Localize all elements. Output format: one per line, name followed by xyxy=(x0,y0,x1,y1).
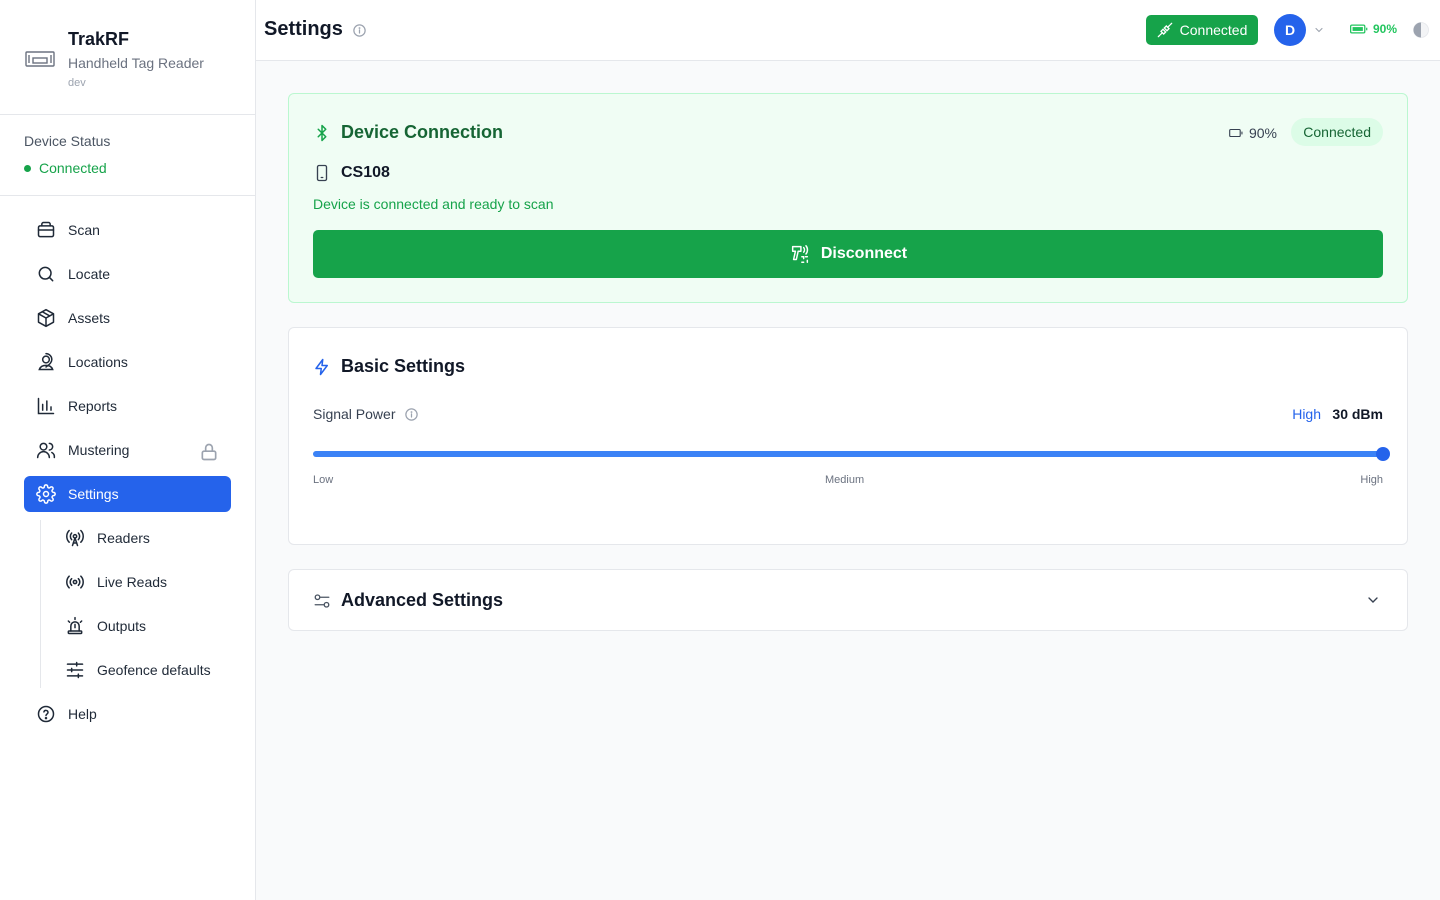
users-icon xyxy=(36,442,56,459)
signal-power-level: High xyxy=(1292,406,1321,422)
sidebar-item-label: Geofence defaults xyxy=(97,662,211,678)
slider-thumb[interactable] xyxy=(1376,447,1390,461)
bluetooth-icon xyxy=(317,124,327,141)
info-icon[interactable] xyxy=(352,23,367,38)
chevron-down-icon[interactable] xyxy=(1365,592,1381,608)
device-status-message: Device is connected and ready to scan xyxy=(313,196,554,212)
user-avatar[interactable]: D xyxy=(1274,14,1306,46)
search-icon xyxy=(38,266,54,282)
lock-icon xyxy=(201,443,217,461)
sidebar-item-label: Locations xyxy=(68,354,128,370)
sidebar-item-locations[interactable]: Locations xyxy=(24,344,231,380)
sidebar-item-locate[interactable]: Locate xyxy=(24,256,231,292)
app-subtitle: Handheld Tag Reader xyxy=(68,55,204,71)
advanced-settings-card[interactable]: Advanced Settings xyxy=(288,569,1408,631)
sidebar-item-label: Locate xyxy=(68,266,111,282)
slider-tick-medium: Medium xyxy=(825,474,865,486)
disconnect-button[interactable]: Disconnect xyxy=(313,230,1383,278)
sidebar-item-readers[interactable]: Readers xyxy=(53,520,231,556)
package-scan-icon xyxy=(37,221,55,238)
sidebar-item-outputs[interactable]: Outputs xyxy=(53,608,231,644)
sidebar-item-label: Live Reads xyxy=(97,574,168,590)
disconnect-label: Disconnect xyxy=(820,245,908,262)
sidebar: TrakRF Handheld Tag Reader dev Device St… xyxy=(0,0,256,900)
sidebar-item-help[interactable]: Help xyxy=(24,696,231,732)
broadcast-icon xyxy=(66,575,84,589)
sliders-icon xyxy=(66,661,84,679)
smartphone-icon xyxy=(316,164,328,182)
chevron-down-icon[interactable] xyxy=(1313,24,1325,36)
signal-power-label: Signal Power xyxy=(313,406,419,422)
device-status-label: Device Status xyxy=(24,133,111,149)
main-content: Device Connection 90% Connected CS108 De… xyxy=(256,61,1440,900)
advanced-settings-title: Advanced Settings xyxy=(341,590,504,610)
brand-header: TrakRF Handheld Tag Reader dev xyxy=(0,0,255,115)
basic-settings-card: Basic Settings Signal Power High 30 dBm … xyxy=(288,327,1408,545)
battery-icon xyxy=(1350,24,1368,34)
app-name: TrakRF xyxy=(68,29,130,49)
device-name-text: CS108 xyxy=(341,164,390,181)
device-battery-value: 90% xyxy=(1248,125,1277,141)
battery-icon xyxy=(1229,128,1243,138)
status-badge: Connected xyxy=(1291,118,1383,146)
page-title: Settings xyxy=(264,18,343,40)
advanced-settings-header: Advanced Settings xyxy=(313,590,503,611)
info-icon[interactable] xyxy=(404,407,419,422)
device-battery: 90% xyxy=(1229,125,1277,141)
device-status-text: Connected xyxy=(39,160,107,176)
sidebar-item-label: Mustering xyxy=(68,442,130,458)
basic-settings-title: Basic Settings xyxy=(341,356,466,376)
antenna-icon xyxy=(66,529,84,547)
sidebar-item-reports[interactable]: Reports xyxy=(24,388,231,424)
scanner-gun-icon xyxy=(791,245,809,263)
header-battery: 90% xyxy=(1350,22,1397,36)
basic-settings-header: Basic Settings xyxy=(313,356,465,377)
signal-power-text: Signal Power xyxy=(313,406,396,422)
device-connection-title: Device Connection xyxy=(341,122,504,142)
sidebar-item-label: Assets xyxy=(68,310,111,326)
settings-subnav: Readers Live Reads Outputs Geofence defa… xyxy=(40,520,231,688)
sidebar-item-label: Scan xyxy=(68,222,100,238)
reader-logo-icon xyxy=(25,51,55,67)
map-pin-user-icon xyxy=(38,352,54,371)
plug-connected-icon xyxy=(1157,22,1172,38)
device-name: CS108 xyxy=(313,164,390,182)
box-icon xyxy=(37,308,55,328)
theme-toggle-icon[interactable] xyxy=(1411,20,1431,40)
gear-icon xyxy=(36,484,56,504)
sidebar-item-label: Outputs xyxy=(97,618,147,634)
sidebar-item-label: Settings xyxy=(68,486,119,502)
siren-icon xyxy=(67,616,83,635)
sidebar-item-scan[interactable]: Scan xyxy=(24,212,231,248)
sidebar-item-label: Readers xyxy=(97,530,150,546)
lightning-icon xyxy=(315,358,328,375)
settings-sliders-icon xyxy=(314,593,330,608)
environment-label: dev xyxy=(68,77,86,89)
signal-power-value: 30 dBm xyxy=(1332,406,1383,422)
device-status-panel: Device Status Connected xyxy=(0,115,255,196)
header-battery-value: 90% xyxy=(1373,22,1398,36)
sidebar-item-live-reads[interactable]: Live Reads xyxy=(53,564,231,600)
connection-status-button[interactable]: Connected xyxy=(1146,15,1258,45)
connection-status-label: Connected xyxy=(1179,22,1248,38)
sidebar-item-settings[interactable]: Settings xyxy=(24,476,231,512)
slider-tick-high: High xyxy=(1360,474,1383,486)
sidebar-item-label: Help xyxy=(68,706,97,722)
slider-tick-low: Low xyxy=(313,474,334,486)
signal-power-slider[interactable] xyxy=(313,447,1390,461)
top-header: Settings Connected D 90% xyxy=(256,0,1440,61)
sidebar-nav: Scan Locate Assets Locations Reports Mus… xyxy=(0,196,255,732)
sidebar-item-geofence-defaults[interactable]: Geofence defaults xyxy=(53,652,231,688)
device-connection-header: Device Connection xyxy=(313,122,503,143)
status-dot-icon xyxy=(24,164,31,172)
sidebar-item-assets[interactable]: Assets xyxy=(24,300,231,336)
slider-fill xyxy=(313,451,1383,457)
bar-chart-icon xyxy=(37,397,55,415)
help-circle-icon xyxy=(37,705,55,723)
device-status-value: Connected xyxy=(24,160,231,176)
device-connection-card: Device Connection 90% Connected CS108 De… xyxy=(288,93,1408,303)
sidebar-item-mustering[interactable]: Mustering xyxy=(24,432,231,468)
sidebar-item-label: Reports xyxy=(68,398,118,414)
